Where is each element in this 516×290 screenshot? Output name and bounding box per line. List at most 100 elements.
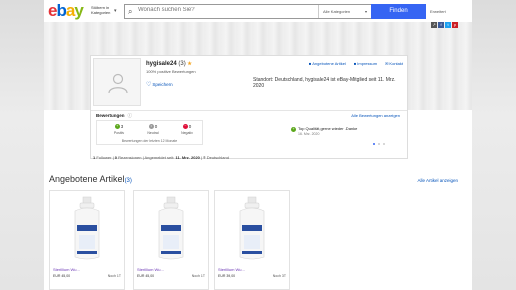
rating-positive-label: Positiv (113, 131, 125, 135)
carousel-dot[interactable] (373, 143, 375, 145)
rating-neutral-count: 0 (154, 124, 158, 129)
rating-negative-label: Negativ (181, 131, 193, 135)
carousel-dot[interactable] (383, 143, 385, 145)
advanced-search-link[interactable]: Erweitert (430, 9, 446, 14)
bottle-icon (158, 196, 184, 260)
item-card[interactable]: Sterillium Wu... EUR 45,00 Noch 1T (133, 190, 209, 290)
ratings-section: Bewertungen ⓘ Alle Bewertungen anzeigen +… (91, 110, 407, 146)
rating-negative-count: 0 (188, 124, 192, 129)
item-price: EUR 39,00 (218, 274, 236, 278)
all-items-link[interactable]: Alle Artikel anzeigen (417, 178, 458, 183)
country: Deutschland (206, 155, 229, 160)
background-right (472, 0, 516, 290)
offered-items-label: Angebotene Artikel (312, 61, 346, 66)
seller-profile-card: hygisale24 (3) ★ 100% positive Bewertung… (90, 55, 408, 160)
member-since-label: Angemeldet seit: (144, 155, 175, 160)
facebook-icon[interactable]: f (438, 22, 444, 28)
item-title[interactable]: Sterillium Wu... (53, 267, 80, 272)
rating-neutral-label: Neutral (147, 131, 159, 135)
followers-label[interactable]: Follower (96, 155, 111, 160)
mail-icon: ✉ (385, 61, 389, 66)
seller-stats: 1 Follower | 0 Rezensionen | Angemeldet … (93, 155, 229, 160)
followers-count: 1 (93, 155, 96, 160)
info-icon[interactable]: ⓘ (128, 113, 133, 118)
product-image[interactable] (50, 191, 124, 263)
social-share-bar: ↗ f t p (431, 22, 458, 28)
share-icon[interactable]: ↗ (431, 22, 437, 28)
document-icon: ■ (353, 61, 357, 66)
item-price: EUR 45,00 (137, 274, 155, 278)
search-input[interactable] (138, 7, 318, 13)
find-button[interactable]: Finden (371, 4, 426, 19)
user-placeholder-icon (108, 73, 128, 94)
logo-letter: y (74, 1, 84, 20)
save-label: Speichern (152, 82, 173, 87)
ebay-logo[interactable]: ebay (48, 1, 84, 20)
carousel-dot[interactable] (378, 143, 380, 145)
item-title[interactable]: Sterillium Wu... (218, 267, 245, 272)
logo-letter: a (65, 1, 76, 20)
item-card[interactable]: Sterillium Wu... EUR 39,00 Noch 3T (214, 190, 290, 290)
product-image[interactable] (134, 191, 208, 263)
imprint-link[interactable]: ■Impressum (354, 61, 377, 66)
header: ebay Stöbern in Kategorien ▾ ⌕ Alle Kate… (44, 0, 472, 22)
twitter-icon[interactable]: t (445, 22, 451, 28)
imprint-label: Impressum (357, 61, 378, 66)
star-icon: ★ (187, 61, 192, 67)
reviews-count: 0 (114, 155, 117, 160)
background-left (0, 0, 44, 290)
chevron-down-icon: ▾ (364, 9, 367, 14)
item-title[interactable]: Sterillium Wu... (137, 267, 164, 272)
location-pin-icon: ⌾ (203, 155, 206, 160)
item-time-left: Noch 1T (107, 274, 121, 278)
seller-name[interactable]: hygisale24 (3) ★ (146, 61, 192, 67)
seller-location: Standort: Deutschland, hygisale24 ist eB… (253, 77, 396, 89)
search-icon: ⌕ (128, 7, 133, 16)
tag-icon: ■ (308, 61, 312, 66)
member-since-date: 11. Mrz. 2020 (175, 155, 200, 160)
seller-score: (3) (178, 61, 186, 67)
ratings-title: Bewertungen ⓘ (96, 113, 132, 119)
store-page: ebay Stöbern in Kategorien ▾ ⌕ Alle Kate… (44, 0, 472, 290)
positive-rating-text: 100% positive Bewertungen (146, 69, 196, 74)
plus-icon: + (114, 124, 120, 129)
carousel-dots (373, 143, 385, 145)
search-bar: ⌕ Alle Kategorien ▾ (124, 4, 412, 19)
minus-icon: − (182, 124, 188, 129)
ratings-summary: +3 Positiv • 0 Neutral −0 Negativ Bewertu… (96, 120, 203, 145)
seller-links: ■Angebotene Artikel ■Impressum ✉Kontakt (309, 61, 403, 66)
search-category-label: Alle Kategorien (323, 9, 351, 14)
ratings-title-text: Bewertungen (96, 113, 125, 118)
item-time-left: Noch 3T (272, 274, 286, 278)
heart-icon: ♡ (146, 82, 152, 88)
offered-items-heading: Angebotene Artikel(3) (49, 174, 132, 184)
neutral-icon: • (148, 124, 154, 129)
bottle-icon (239, 196, 265, 260)
rating-neutral[interactable]: • 0 Neutral (141, 124, 165, 135)
rating-negative[interactable]: −0 Negativ (175, 124, 199, 135)
search-category-select[interactable]: Alle Kategorien ▾ (318, 5, 370, 18)
rating-positive-count: 3 (120, 124, 124, 129)
offered-items-link[interactable]: ■Angebotene Artikel (309, 61, 346, 66)
feedback-comment-text: Top Qualität,gerne wieder .Danke (298, 126, 358, 131)
offered-items-title: Angebotene Artikel (49, 174, 125, 184)
avatar (93, 58, 141, 106)
plus-icon: + (291, 127, 296, 132)
contact-label: Kontakt (389, 61, 403, 66)
seller-username: hygisale24 (146, 61, 177, 67)
rating-period: Bewertungen der letzten 12 Monate (121, 139, 178, 143)
all-ratings-link[interactable]: Alle Bewertungen anzeigen (351, 113, 400, 118)
pinterest-icon[interactable]: p (452, 22, 458, 28)
contact-link[interactable]: ✉Kontakt (385, 61, 403, 66)
bottle-icon (74, 196, 100, 260)
save-seller-button[interactable]: ♡Speichern (146, 81, 173, 88)
chevron-down-icon[interactable]: ▾ (114, 8, 117, 14)
reviews-label[interactable]: Rezensionen (118, 155, 141, 160)
item-card[interactable]: Sterillium Wu... EUR 45,00 Noch 1T (49, 190, 125, 290)
product-image[interactable] (215, 191, 289, 263)
logo-letter: b (56, 1, 66, 20)
item-time-left: Noch 1T (191, 274, 205, 278)
rating-positive[interactable]: +3 Positiv (107, 124, 131, 135)
logo-letter: e (48, 1, 58, 20)
offered-items-count: (3) (124, 178, 132, 184)
